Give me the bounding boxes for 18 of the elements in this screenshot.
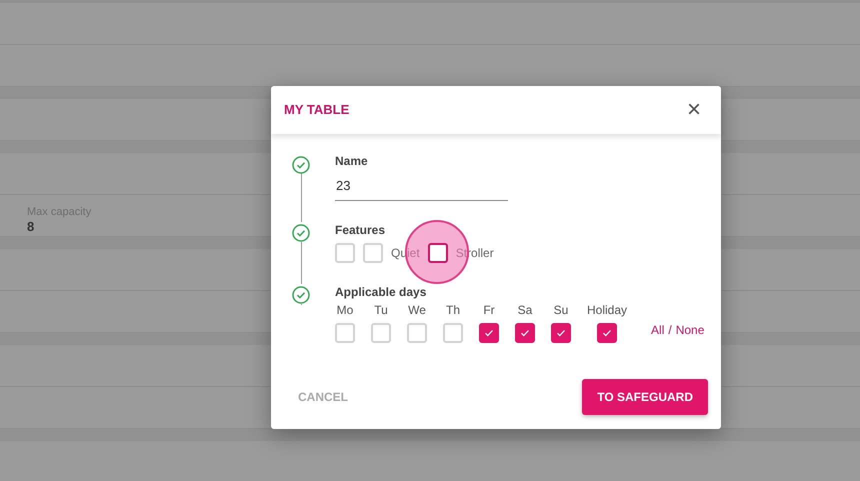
- step-label: Features: [335, 222, 386, 238]
- day-label: Tu: [374, 302, 388, 318]
- day-label: Sa: [518, 302, 532, 318]
- separator: /: [668, 322, 672, 338]
- day-label: Holiday: [587, 302, 628, 318]
- step-label: Name: [335, 153, 368, 170]
- day-label: We: [408, 302, 426, 318]
- day-label: Su: [554, 302, 568, 318]
- select-none-link[interactable]: None: [676, 320, 704, 338]
- close-button[interactable]: ×: [682, 98, 705, 122]
- day-label: Fr: [483, 302, 495, 318]
- select-all-link[interactable]: All: [651, 320, 664, 338]
- dialog-title: MY TABLE: [284, 101, 350, 120]
- day-label: Mo: [336, 302, 354, 318]
- field-value: 8: [27, 219, 34, 234]
- save-button[interactable]: TO SAFEGUARD: [582, 378, 708, 414]
- day-label: Th: [446, 302, 460, 318]
- step-label: Applicable days: [335, 284, 426, 300]
